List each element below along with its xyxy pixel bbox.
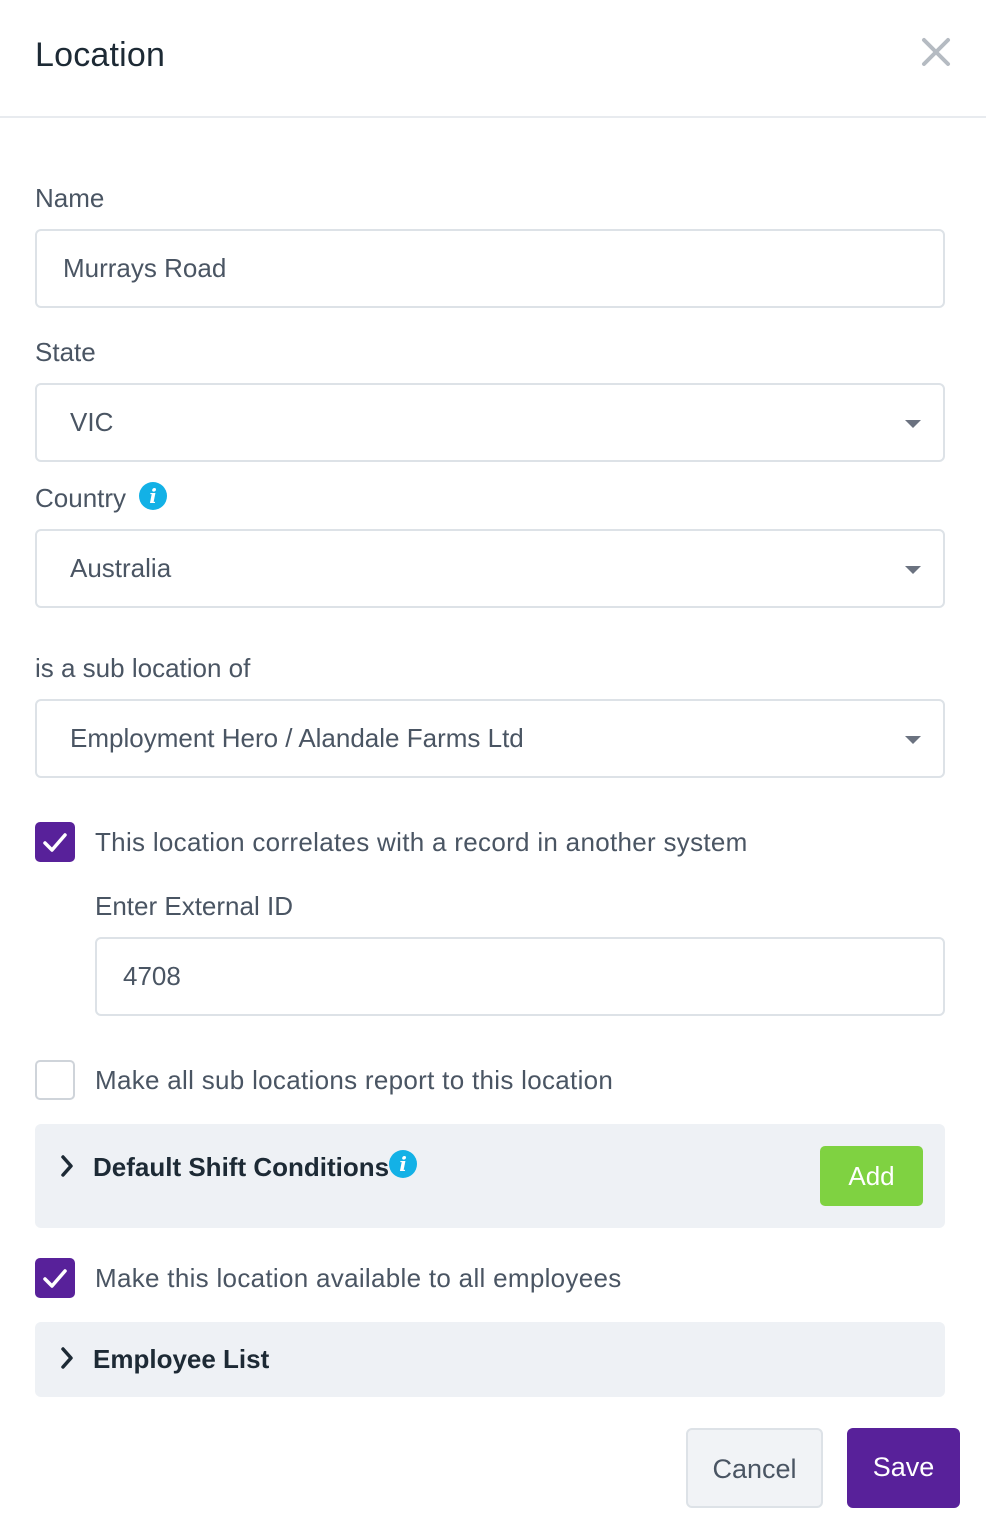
sub-locations-report-label: Make all sub locations report to this lo… — [95, 1065, 614, 1095]
available-all-employees-label: Make this location available to all empl… — [95, 1263, 622, 1293]
dialog-title: Location — [35, 36, 166, 74]
check-icon — [43, 1269, 67, 1288]
sub-locations-report-checkbox[interactable] — [35, 1060, 75, 1100]
check-icon — [43, 833, 67, 852]
chevron-down-icon — [905, 566, 921, 574]
shift-conditions-panel: Default Shift Conditions i Add — [35, 1124, 945, 1228]
country-select[interactable]: Australia — [35, 529, 945, 608]
cancel-button[interactable]: Cancel — [686, 1428, 823, 1508]
add-shift-condition-button[interactable]: Add — [820, 1146, 923, 1206]
state-select-value: VIC — [70, 407, 114, 437]
shift-conditions-title[interactable]: Default Shift Conditions — [93, 1152, 389, 1183]
available-all-employees-checkbox[interactable] — [35, 1258, 75, 1298]
external-id-input[interactable]: 4708 — [95, 937, 945, 1016]
state-label: State — [35, 337, 96, 367]
external-record-checkbox[interactable] — [35, 822, 75, 862]
external-id-label: Enter External ID — [95, 891, 293, 921]
employee-list-title[interactable]: Employee List — [93, 1344, 269, 1375]
dialog-header: Location — [0, 0, 986, 118]
country-label: Country — [35, 483, 127, 513]
state-select[interactable]: VIC — [35, 383, 945, 462]
save-button[interactable]: Save — [847, 1428, 960, 1508]
close-icon[interactable] — [916, 32, 956, 72]
employee-list-panel: Employee List — [35, 1322, 945, 1397]
name-input[interactable]: Murrays Road — [35, 229, 945, 308]
external-record-label: This location correlates with a record i… — [95, 827, 748, 857]
info-icon[interactable]: i — [139, 482, 167, 510]
external-id-value: 4708 — [123, 961, 181, 991]
country-select-value: Australia — [70, 553, 172, 583]
name-input-value: Murrays Road — [63, 253, 227, 283]
parent-location-label: is a sub location of — [35, 653, 251, 683]
name-label: Name — [35, 183, 105, 213]
info-icon[interactable]: i — [389, 1150, 417, 1178]
chevron-down-icon — [905, 736, 921, 744]
chevron-right-icon[interactable] — [57, 1154, 77, 1178]
parent-location-value: Employment Hero / Alandale Farms Ltd — [70, 723, 524, 753]
parent-location-select[interactable]: Employment Hero / Alandale Farms Ltd — [35, 699, 945, 778]
chevron-right-icon[interactable] — [57, 1346, 77, 1370]
chevron-down-icon — [905, 420, 921, 428]
